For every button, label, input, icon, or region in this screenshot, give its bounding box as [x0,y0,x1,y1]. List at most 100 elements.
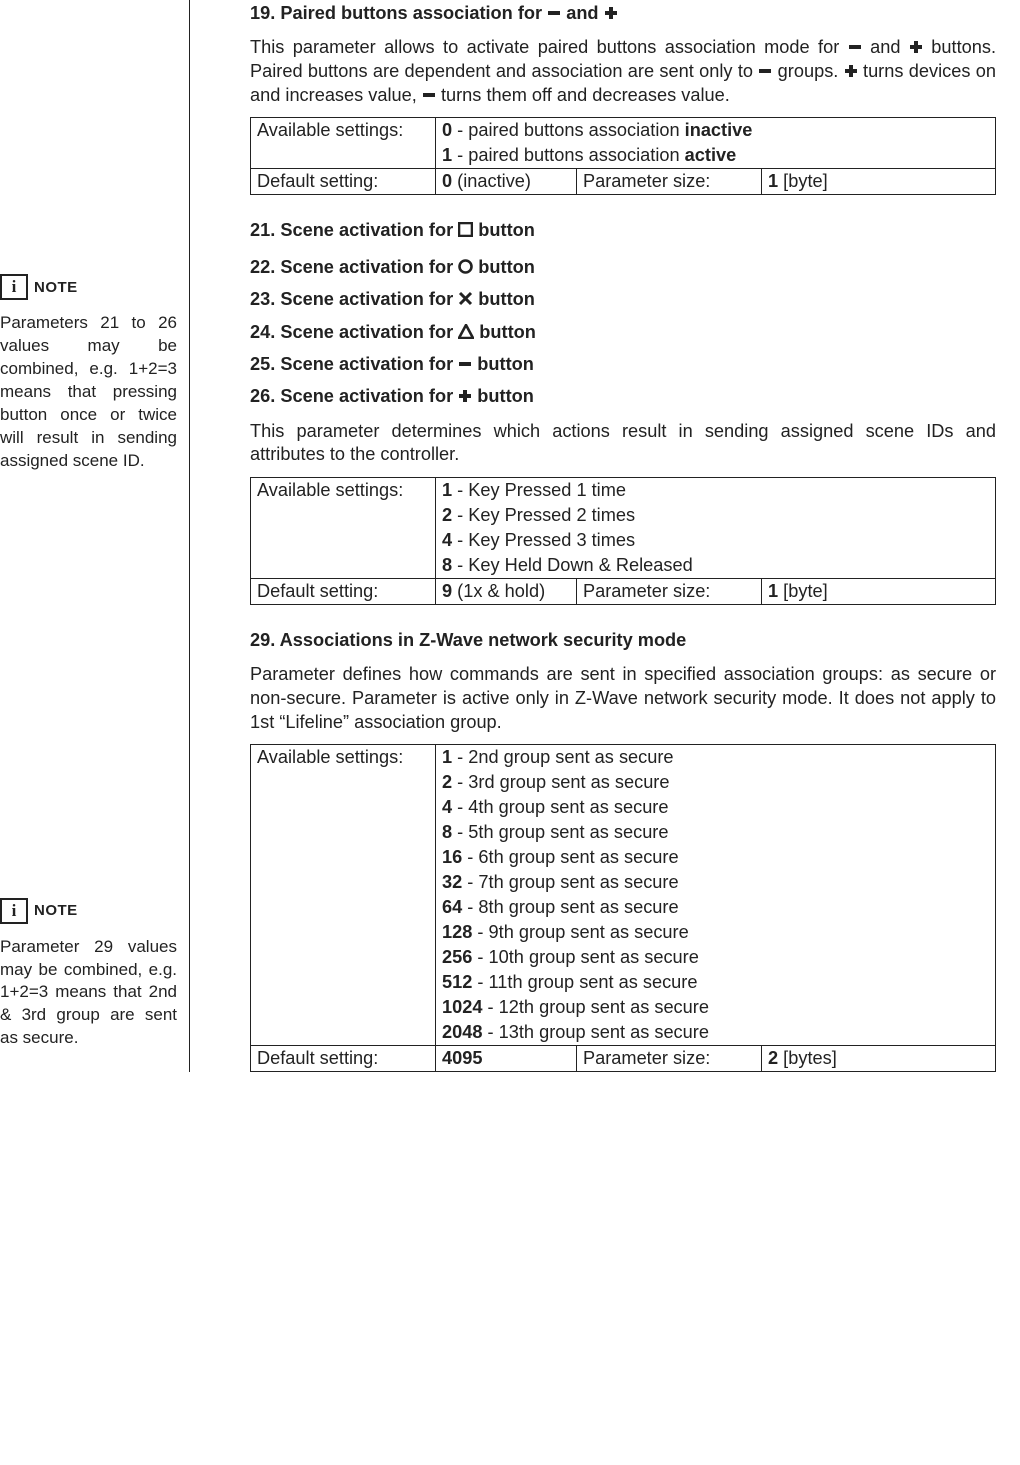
opt-text: - 11th group sent as secure [472,972,697,992]
parameter-size-value: 1 [768,581,778,601]
opt-text: - 3rd group sent as secure [452,772,669,792]
p19-desc-a: This parameter allows to activate paired… [250,37,848,57]
p21-a: 21. Scene activation for [250,220,458,240]
scene-desc: This parameter determines which actions … [250,420,996,467]
param29-table: Available settings: 1 - 2nd group sent a… [250,744,996,1072]
opt-text: - 6th group sent as secure [462,847,678,867]
p25-b: button [472,354,534,374]
parameter-size-value: 1 [768,171,778,191]
plus-icon [844,64,858,78]
sidebar: i NOTE Parameters 21 to 26 values may be… [0,0,190,1072]
note-body: Parameters 21 to 26 values may be combin… [0,312,177,473]
p26-a: 26. Scene activation for [250,386,458,406]
opt-value: 64 [442,897,462,917]
opt-value: 8 [442,555,452,575]
opt-state: inactive [685,120,753,140]
p19-desc-d: groups. [778,61,844,81]
note-block-2: i NOTE Parameter 29 values may be combin… [0,898,177,1051]
opt-value: 4 [442,797,452,817]
scene-table: Available settings: 1 - Key Pressed 1 ti… [250,477,996,605]
cross-icon [458,291,473,306]
default-value: 0 [442,171,452,191]
opt-value: 0 [442,120,452,140]
p23-b: button [473,289,535,309]
opt-value: 32 [442,872,462,892]
p22-b: button [473,257,535,277]
plus-icon [604,6,618,20]
available-settings-label: Available settings: [251,478,436,504]
triangle-icon [458,324,474,339]
opt-text: - 7th group sent as secure [462,872,678,892]
p19-desc-b: and [870,37,909,57]
square-icon [458,222,473,237]
opt-value: 1024 [442,997,482,1017]
circle-icon [458,259,473,274]
opt-value: 4 [442,530,452,550]
parameter-size-label: Parameter size: [577,169,762,195]
opt-value: 512 [442,972,472,992]
default-setting-label: Default setting: [251,1046,436,1072]
parameter-size-unit: [byte] [778,581,828,601]
param19-title-a: 19. Paired buttons association for [250,3,547,23]
note-body: Parameter 29 values may be combined, e.g… [0,936,177,1051]
opt-value: 16 [442,847,462,867]
opt-value: 2048 [442,1022,482,1042]
opt-text: - 8th group sent as secure [462,897,678,917]
opt-text: - 12th group sent as secure [482,997,708,1017]
p21-b: button [473,220,535,240]
opt-text: - 2nd group sent as secure [452,747,673,767]
info-icon: i [0,898,28,924]
opt-text: - 4th group sent as secure [452,797,668,817]
default-setting-label: Default setting: [251,579,436,605]
opt-text: - 13th group sent as secure [482,1022,708,1042]
parameter-size-unit: [bytes] [778,1048,837,1068]
p22-a: 22. Scene activation for [250,257,458,277]
available-settings-label: Available settings: [251,745,436,771]
opt-value: 1 [442,747,452,767]
note-label: NOTE [34,279,78,296]
opt-value: 1 [442,480,452,500]
info-icon: i [0,274,28,300]
p24-a: 24. Scene activation for [250,322,458,342]
opt-mid: - paired buttons association [452,145,685,165]
param19-table: Available settings: 0 - paired buttons a… [250,117,996,195]
opt-value: 2 [442,772,452,792]
default-note: (1x & hold) [452,581,545,601]
parameter-19: 19. Paired buttons association for and T… [250,0,996,195]
minus-icon [758,64,772,78]
opt-text: - 9th group sent as secure [472,922,688,942]
p25-a: 25. Scene activation for [250,354,458,374]
opt-state: active [685,145,737,165]
parameter-size-unit: [byte] [778,171,828,191]
opt-value: 128 [442,922,472,942]
opt-text: - Key Pressed 3 times [452,530,635,550]
minus-icon [547,6,561,20]
default-value: 9 [442,581,452,601]
minus-icon [422,88,436,102]
opt-text: - Key Pressed 1 time [452,480,626,500]
plus-icon [458,389,472,403]
opt-text: - Key Pressed 2 times [452,505,635,525]
param19-title-b: and [566,3,603,23]
note-block-1: i NOTE Parameters 21 to 26 values may be… [0,274,177,473]
p23-a: 23. Scene activation for [250,289,458,309]
main-content: 19. Paired buttons association for and T… [190,0,996,1072]
p26-b: button [472,386,534,406]
default-setting-label: Default setting: [251,169,436,195]
default-value: 4095 [442,1048,482,1068]
opt-mid: - paired buttons association [452,120,685,140]
parameter-size-value: 2 [768,1048,778,1068]
opt-value: 256 [442,947,472,967]
p24-b: button [474,322,536,342]
p29-desc: Parameter defines how commands are sent … [250,663,996,734]
available-settings-label: Available settings: [251,118,436,144]
parameter-29: 29. Associations in Z-Wave network secur… [250,627,996,1072]
opt-text: - Key Held Down & Released [452,555,693,575]
default-note: (inactive) [452,171,531,191]
minus-icon [848,40,862,54]
minus-icon [458,357,472,371]
opt-text: - 5th group sent as secure [452,822,668,842]
p19-desc-f: turns them off and decreases value. [441,85,730,105]
opt-text: - 10th group sent as secure [472,947,698,967]
p29-title: 29. Associations in Z-Wave network secur… [250,627,996,653]
